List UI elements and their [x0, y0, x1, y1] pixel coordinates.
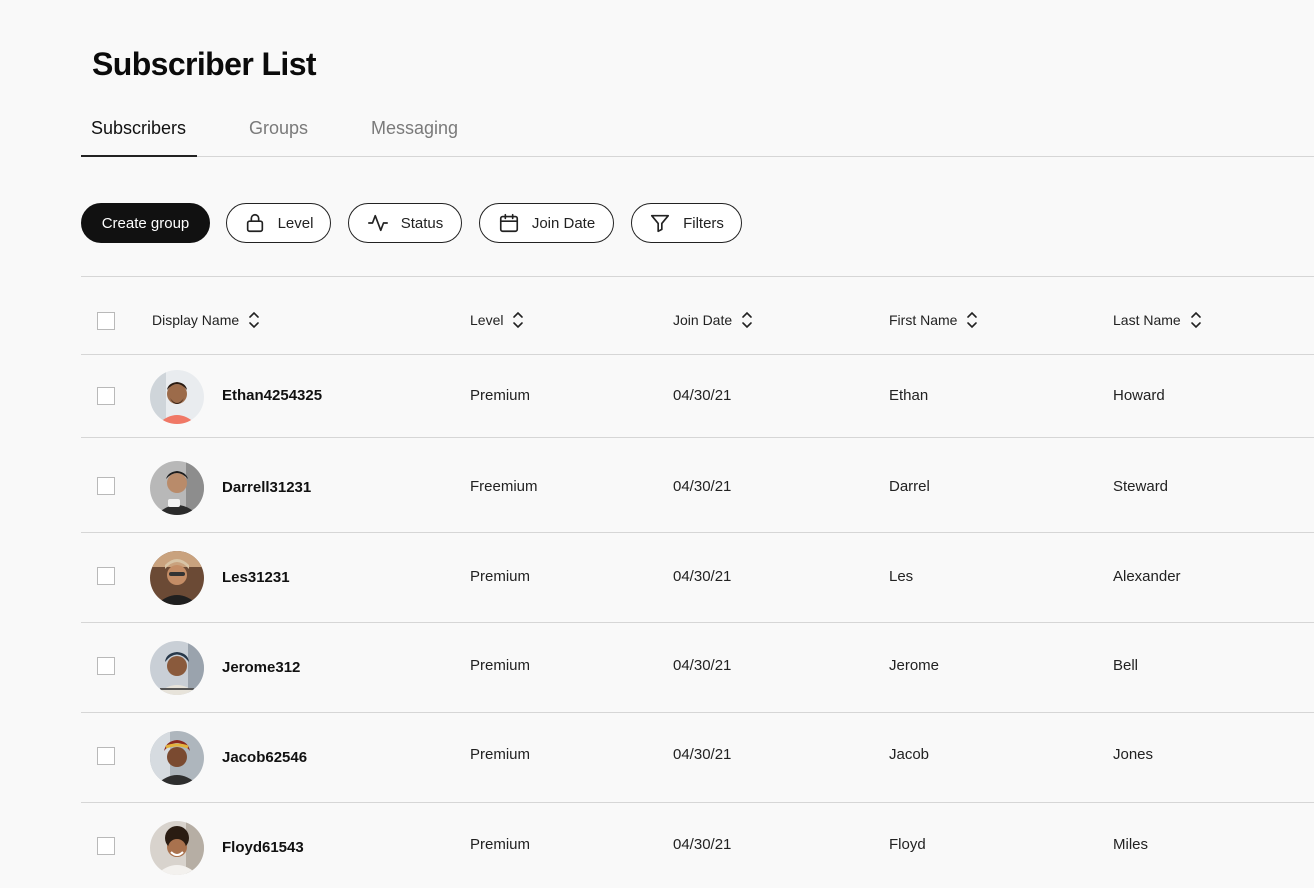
column-header-display-name[interactable]: Display Name [152, 309, 261, 331]
column-header-first-name[interactable]: First Name [889, 309, 979, 331]
select-all-checkbox[interactable] [97, 312, 115, 330]
sort-icon [513, 311, 524, 329]
level-value: Premium [470, 836, 531, 853]
avatar [150, 821, 204, 875]
join-date-value: 04/30/21 [673, 568, 732, 585]
display-name: Ethan4254325 [222, 387, 323, 404]
first-name-value: Floyd [889, 836, 926, 853]
level-value: Freemium [470, 478, 538, 495]
active-tab-indicator [81, 155, 197, 157]
sort-icon [1190, 311, 1201, 329]
join-date-value: 04/30/21 [673, 836, 732, 853]
level-filter-label: Level [277, 214, 314, 232]
join-date-filter-button[interactable]: Join Date [479, 203, 614, 243]
display-name: Les31231 [222, 569, 290, 586]
join-date-value: 04/30/21 [673, 478, 732, 495]
level-value: Premium [470, 387, 531, 404]
filter-icon [651, 214, 670, 233]
row-checkbox[interactable] [97, 567, 115, 585]
table-row[interactable]: Floyd61543 Premium 04/30/21 Floyd Miles [81, 803, 1314, 888]
first-name-value: Darrel [889, 478, 930, 495]
row-checkbox[interactable] [97, 747, 115, 765]
avatar [150, 641, 204, 695]
table-header: Display Name Level Join Date First Name … [81, 276, 1314, 355]
join-date-filter-label: Join Date [531, 214, 596, 232]
create-group-label: Create group [101, 214, 190, 232]
sort-icon [742, 311, 752, 329]
table-row[interactable]: Ethan4254325 Premium 04/30/21 Ethan Howa… [81, 355, 1314, 438]
level-value: Premium [470, 657, 531, 674]
last-name-value: Howard [1113, 387, 1165, 404]
column-label: Join Date [673, 312, 733, 328]
column-label: Display Name [152, 312, 240, 328]
column-header-level[interactable]: Level [470, 309, 525, 331]
level-value: Premium [470, 568, 531, 585]
table-row[interactable]: Darrell31231 Freemium 04/30/21 Darrel St… [81, 438, 1314, 533]
page-title: Subscriber List [92, 46, 317, 82]
first-name-value: Jacob [889, 746, 930, 763]
column-header-join-date[interactable]: Join Date [673, 309, 754, 331]
display-name: Darrell31231 [222, 479, 312, 496]
level-value: Premium [470, 746, 531, 763]
first-name-value: Les [889, 568, 914, 585]
column-label: Level [470, 312, 504, 328]
filters-button[interactable]: Filters [631, 203, 742, 243]
row-checkbox[interactable] [97, 477, 115, 495]
row-checkbox[interactable] [97, 837, 115, 855]
create-group-button[interactable]: Create group [81, 203, 210, 243]
subscriber-table: Display Name Level Join Date First Name … [81, 276, 1314, 888]
last-name-value: Jones [1113, 746, 1154, 763]
first-name-value: Jerome [889, 657, 940, 674]
last-name-value: Alexander [1113, 568, 1181, 585]
row-checkbox[interactable] [97, 657, 115, 675]
first-name-value: Ethan [889, 387, 929, 404]
filters-label: Filters [683, 214, 724, 232]
avatar [150, 370, 204, 424]
tab-messaging[interactable]: Messaging [371, 118, 458, 139]
tab-bar: Subscribers Groups Messaging [81, 106, 1314, 157]
table-row[interactable]: Les31231 Premium 04/30/21 Les Alexander [81, 533, 1314, 623]
join-date-value: 04/30/21 [673, 746, 732, 763]
last-name-value: Bell [1113, 657, 1139, 674]
status-filter-button[interactable]: Status [348, 203, 462, 243]
table-row[interactable]: Jerome312 Premium 04/30/21 Jerome Bell [81, 623, 1314, 713]
join-date-value: 04/30/21 [673, 387, 732, 404]
avatar [150, 461, 204, 515]
activity-icon [367, 214, 388, 232]
display-name: Jacob62546 [222, 749, 308, 766]
calendar-icon [499, 213, 518, 233]
column-label: First Name [889, 312, 958, 328]
lock-icon [246, 213, 263, 233]
join-date-value: 04/30/21 [673, 657, 732, 674]
level-filter-button[interactable]: Level [226, 203, 331, 243]
column-label: Last Name [1113, 312, 1181, 328]
table-row[interactable]: Jacob62546 Premium 04/30/21 Jacob Jones [81, 713, 1314, 803]
last-name-value: Miles [1113, 836, 1149, 853]
avatar [150, 551, 204, 605]
display-name: Floyd61543 [222, 839, 304, 856]
row-checkbox[interactable] [97, 387, 115, 405]
status-filter-label: Status [400, 214, 444, 232]
sort-icon [249, 311, 259, 329]
tab-subscribers[interactable]: Subscribers [91, 118, 186, 139]
column-header-last-name[interactable]: Last Name [1113, 309, 1203, 331]
display-name: Jerome312 [222, 659, 301, 676]
sort-icon [967, 311, 978, 329]
avatar [150, 731, 204, 785]
last-name-value: Steward [1113, 478, 1169, 495]
tab-groups[interactable]: Groups [249, 118, 308, 139]
